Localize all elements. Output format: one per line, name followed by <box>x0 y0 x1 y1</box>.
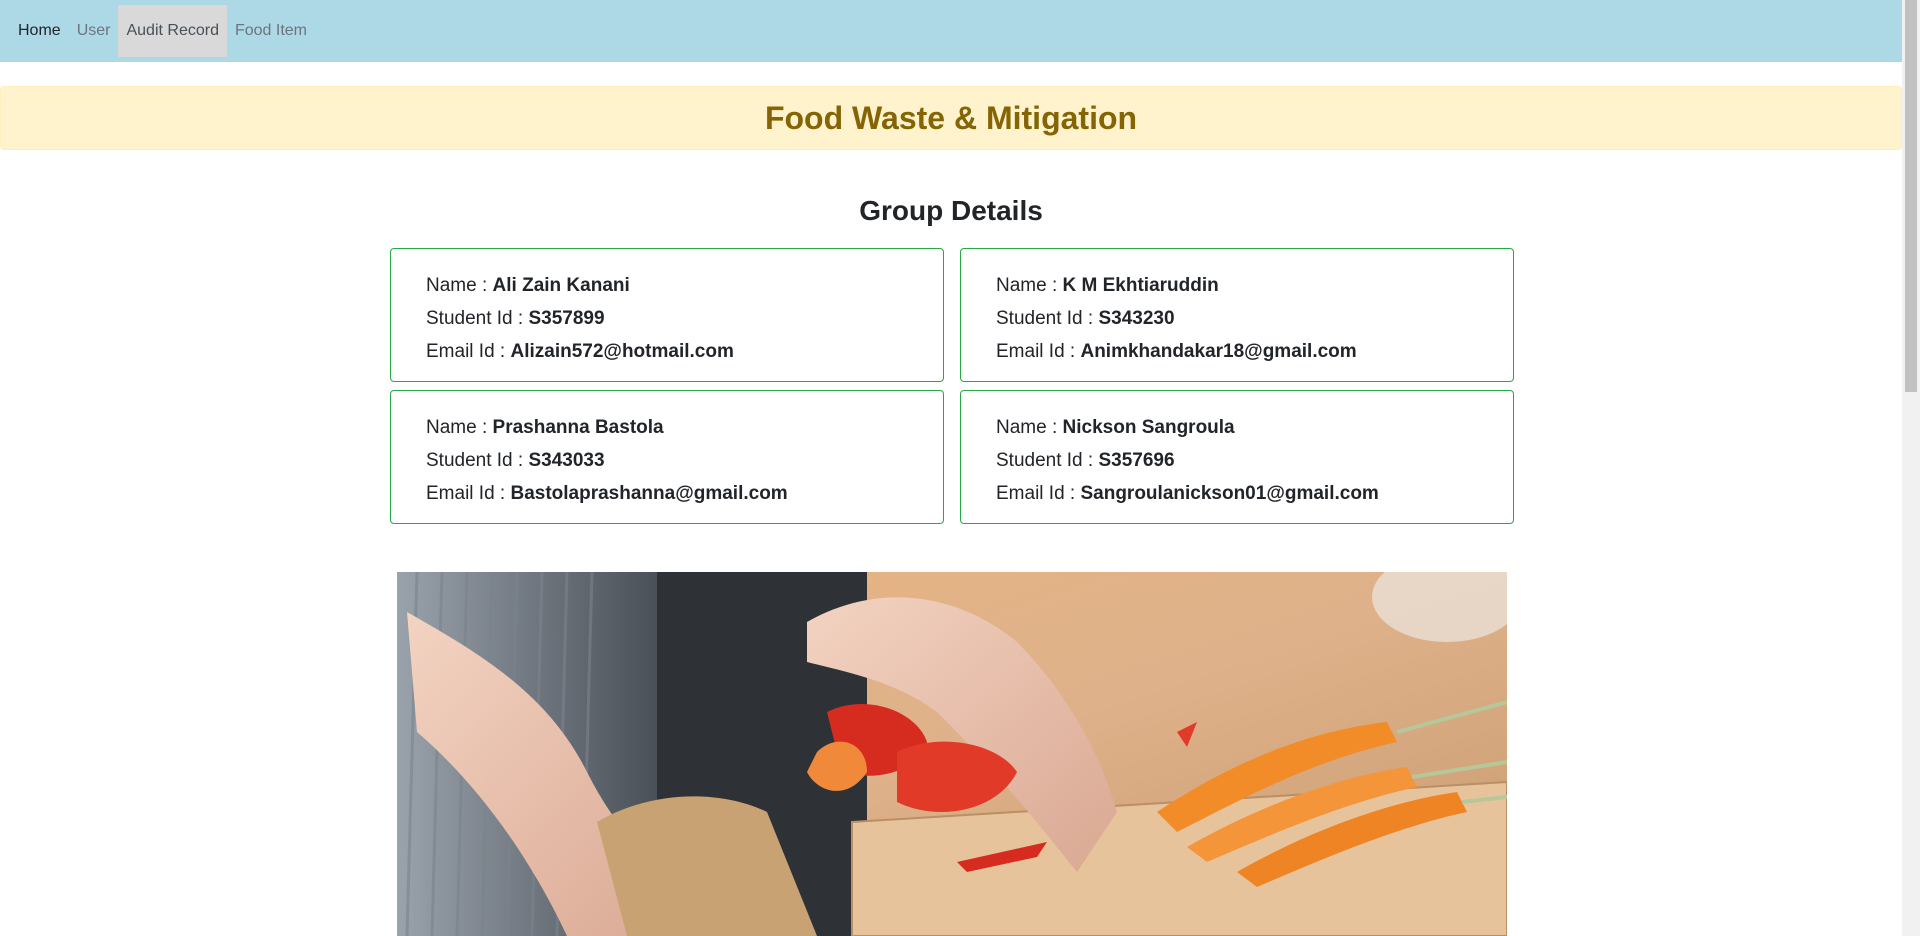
page-scrollbar[interactable] <box>1902 0 1920 936</box>
member-name: Ali Zain Kanani <box>492 275 630 296</box>
member-student-id: S343033 <box>528 450 605 471</box>
member-student-id: S357899 <box>528 308 605 329</box>
member-email: Sangroulanickson01@gmail.com <box>1080 483 1379 504</box>
name-label: Name : <box>426 275 493 296</box>
member-name: K M Ekhtiaruddin <box>1062 275 1219 296</box>
food-preparation-illustration <box>397 572 1507 936</box>
member-student-id: S357696 <box>1098 450 1175 471</box>
member-card: Name : K M Ekhtiaruddin Student Id : S34… <box>960 248 1514 382</box>
member-student-id-row: Student Id : S343230 <box>996 302 1478 335</box>
member-card: Name : Prashanna Bastola Student Id : S3… <box>390 390 944 524</box>
member-student-id: S343230 <box>1098 308 1175 329</box>
member-card: Name : Nickson Sangroula Student Id : S3… <box>960 390 1514 524</box>
group-details-heading: Group Details <box>859 195 1043 226</box>
member-email: Animkhandakar18@gmail.com <box>1080 341 1357 362</box>
top-navbar: Home User Audit Record Food Item <box>0 0 1902 62</box>
student-id-label: Student Id : <box>426 308 529 329</box>
member-email: Bastolaprashanna@gmail.com <box>510 483 788 504</box>
scrollbar-thumb[interactable] <box>1905 0 1917 392</box>
email-label: Email Id : <box>996 483 1081 504</box>
nav-food-item-link[interactable]: Food Item <box>227 5 315 57</box>
member-student-id-row: Student Id : S357899 <box>426 302 908 335</box>
student-id-label: Student Id : <box>426 450 529 471</box>
member-name: Prashanna Bastola <box>492 417 664 438</box>
name-label: Name : <box>426 417 493 438</box>
nav-user-link[interactable]: User <box>69 5 119 57</box>
email-label: Email Id : <box>996 341 1081 362</box>
member-email-row: Email Id : Alizain572@hotmail.com <box>426 335 908 368</box>
member-student-id-row: Student Id : S343033 <box>426 444 908 477</box>
name-label: Name : <box>996 417 1063 438</box>
page-title: Food Waste & Mitigation <box>764 99 1138 136</box>
member-card: Name : Ali Zain Kanani Student Id : S357… <box>390 248 944 382</box>
member-email: Alizain572@hotmail.com <box>510 341 734 362</box>
member-name: Nickson Sangroula <box>1062 417 1235 438</box>
member-email-row: Email Id : Bastolaprashanna@gmail.com <box>426 477 908 510</box>
food-preparation-image <box>397 572 1507 936</box>
student-id-label: Student Id : <box>996 450 1099 471</box>
name-label: Name : <box>996 275 1063 296</box>
member-email-row: Email Id : Animkhandakar18@gmail.com <box>996 335 1478 368</box>
nav-home-link[interactable]: Home <box>10 5 69 57</box>
member-student-id-row: Student Id : S357696 <box>996 444 1478 477</box>
member-name-row: Name : K M Ekhtiaruddin <box>996 269 1478 302</box>
member-name-row: Name : Nickson Sangroula <box>996 411 1478 444</box>
member-name-row: Name : Ali Zain Kanani <box>426 269 908 302</box>
page-banner: Food Waste & Mitigation <box>0 86 1902 150</box>
email-label: Email Id : <box>426 341 511 362</box>
email-label: Email Id : <box>426 483 511 504</box>
member-name-row: Name : Prashanna Bastola <box>426 411 908 444</box>
student-id-label: Student Id : <box>996 308 1099 329</box>
nav-audit-record-link[interactable]: Audit Record <box>118 5 227 57</box>
member-email-row: Email Id : Sangroulanickson01@gmail.com <box>996 477 1478 510</box>
